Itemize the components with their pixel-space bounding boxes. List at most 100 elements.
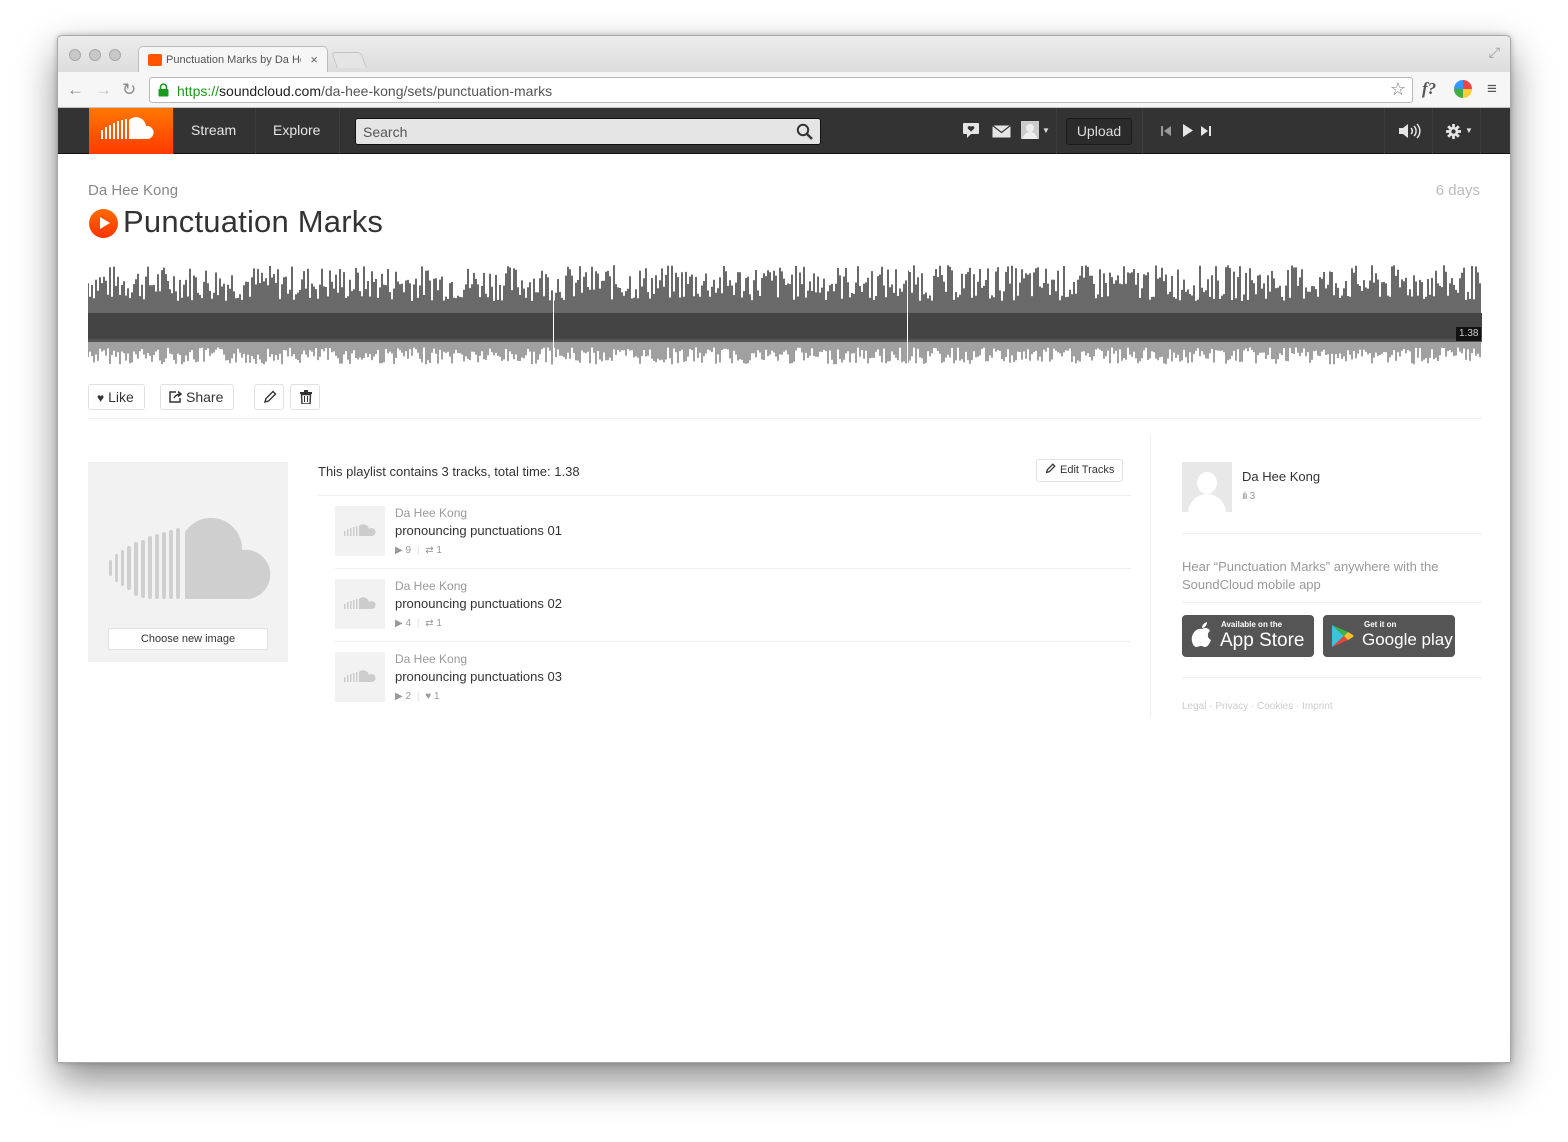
soundcloud-placeholder-icon	[344, 670, 376, 683]
playlist-age: 6 days	[1435, 182, 1480, 199]
app-store-big: App Store	[1220, 630, 1305, 651]
back-arrow-icon[interactable]: ←	[67, 80, 84, 100]
track-title[interactable]: pronouncing punctuations 03	[395, 669, 562, 684]
chevron-down-icon[interactable]: ▼	[1042, 126, 1050, 135]
repost-icon: ⇄	[425, 618, 434, 629]
like-label: Like	[108, 389, 134, 405]
footer-links[interactable]: Legal · Privacy · Cookies · Imprint	[1182, 701, 1333, 712]
divider	[1182, 602, 1482, 603]
playlist-artist-link[interactable]: Da Hee Kong	[88, 182, 178, 199]
menu-icon[interactable]: ≡	[1487, 79, 1497, 99]
fullscreen-icon[interactable]: ⤢	[1489, 44, 1500, 61]
choose-image-button[interactable]: Choose new image	[108, 628, 268, 650]
sidebar-track-count: ılı 3	[1242, 491, 1255, 502]
repost-count: 1	[436, 618, 442, 629]
track-row[interactable]: Da Hee Kong pronouncing punctuations 01 …	[335, 496, 1131, 569]
track-title[interactable]: pronouncing punctuations 01	[395, 523, 562, 538]
nav-divider	[1480, 108, 1481, 154]
soundcloud-logo[interactable]	[89, 108, 173, 154]
share-button[interactable]: Share	[160, 384, 235, 410]
waveform-top	[88, 265, 1481, 339]
nav-divider	[1142, 108, 1143, 154]
zoom-window-button[interactable]	[109, 49, 121, 61]
repost-icon: ⇄	[425, 545, 434, 556]
like-button[interactable]: ♥ Like	[88, 384, 145, 410]
lock-icon	[158, 83, 169, 97]
mobile-app-promo: Hear “Punctuation Marks” anywhere with t…	[1182, 559, 1439, 592]
site-header: Stream Explore ▼ Upload	[58, 108, 1510, 154]
play-icon[interactable]	[1182, 123, 1194, 138]
track-row[interactable]: Da Hee Kong pronouncing punctuations 03 …	[335, 642, 1131, 715]
extension-color-icon[interactable]	[1454, 80, 1472, 98]
url-text: https://soundcloud.com/da-hee-kong/sets/…	[177, 83, 552, 99]
waveform[interactable]	[88, 263, 1482, 373]
tracks-count: 3	[1249, 491, 1256, 502]
font-extension-icon[interactable]: f?	[1422, 79, 1436, 99]
close-window-button[interactable]	[69, 49, 81, 61]
apple-icon	[1191, 622, 1211, 647]
duration-badge: 1.38	[1456, 327, 1482, 341]
messages-bubble-icon[interactable]	[962, 122, 980, 139]
upload-button[interactable]: Upload	[1066, 118, 1132, 145]
google-play-big: Google play	[1362, 630, 1453, 649]
track-title[interactable]: pronouncing punctuations 02	[395, 596, 562, 611]
app-store-badge[interactable]: Available on the App Store	[1182, 615, 1314, 657]
forward-arrow-icon[interactable]: →	[95, 80, 112, 100]
waveform-reflection	[88, 339, 1481, 365]
nav-stream[interactable]: Stream	[191, 122, 236, 138]
volume-icon[interactable]	[1398, 123, 1424, 139]
tracks-count-icon: ılı	[1242, 491, 1248, 502]
divider	[1182, 677, 1482, 678]
tab-close-button[interactable]: ×	[310, 52, 318, 67]
track-artwork[interactable]	[335, 506, 385, 556]
nav-divider	[1432, 108, 1433, 154]
sidebar-user-name[interactable]: Da Hee Kong	[1242, 469, 1320, 484]
tab-title: Punctuation Marks by Da Hee Kong	[166, 54, 301, 66]
play-button[interactable]	[89, 209, 118, 238]
browser-tab[interactable]: Punctuation Marks by Da Hee Kong ×	[138, 46, 328, 73]
skip-forward-icon[interactable]	[1200, 125, 1212, 137]
playlist-summary: This playlist contains 3 tracks, total t…	[318, 464, 580, 479]
edit-button[interactable]	[254, 384, 284, 410]
new-tab-button[interactable]	[331, 52, 367, 68]
nav-explore[interactable]: Explore	[273, 122, 320, 138]
bookmark-star-icon[interactable]: ☆	[1390, 79, 1406, 100]
playlist-title: Punctuation Marks	[123, 204, 384, 239]
divider	[1182, 533, 1482, 534]
repost-count: 1	[436, 545, 442, 556]
play-count-icon: ▶	[395, 618, 403, 629]
track-boundary-marker	[553, 263, 554, 373]
edit-tracks-button[interactable]: Edit Tracks	[1036, 459, 1124, 482]
search-input[interactable]	[356, 119, 820, 144]
url-protocol: https://	[177, 83, 220, 99]
track-artist[interactable]: Da Hee Kong	[395, 652, 467, 666]
search-icon[interactable]	[796, 123, 814, 141]
sidebar-divider	[1150, 433, 1151, 716]
google-play-badge[interactable]: Get it on Google play	[1323, 615, 1455, 657]
reload-icon[interactable]: ↻	[122, 80, 136, 100]
app-store-small: Available on the	[1221, 620, 1283, 629]
address-bar[interactable]: https://soundcloud.com/da-hee-kong/sets/…	[149, 77, 1413, 103]
search-box	[355, 118, 821, 145]
track-artwork[interactable]	[335, 579, 385, 629]
track-artist[interactable]: Da Hee Kong	[395, 506, 467, 520]
user-avatar-icon[interactable]	[1021, 121, 1039, 139]
playlist-artwork: Choose new image	[88, 462, 288, 662]
delete-button[interactable]	[290, 384, 320, 410]
user-avatar[interactable]	[1182, 462, 1232, 512]
mail-icon[interactable]	[992, 125, 1011, 138]
pencil-icon	[263, 390, 277, 404]
waveform-base	[88, 313, 1482, 339]
gear-icon[interactable]	[1446, 124, 1461, 139]
soundcloud-placeholder-icon	[109, 517, 271, 599]
track-artwork[interactable]	[335, 652, 385, 702]
waveform-progress-line	[88, 339, 1482, 342]
track-row[interactable]: Da Hee Kong pronouncing punctuations 02 …	[335, 569, 1131, 642]
minimize-window-button[interactable]	[89, 49, 101, 61]
nav-divider	[339, 108, 340, 154]
skip-back-icon[interactable]	[1160, 125, 1172, 137]
chevron-down-icon[interactable]: ▼	[1465, 126, 1473, 135]
track-artist[interactable]: Da Hee Kong	[395, 579, 467, 593]
play-count-icon: ▶	[395, 545, 403, 556]
like-count: 1	[433, 691, 440, 702]
